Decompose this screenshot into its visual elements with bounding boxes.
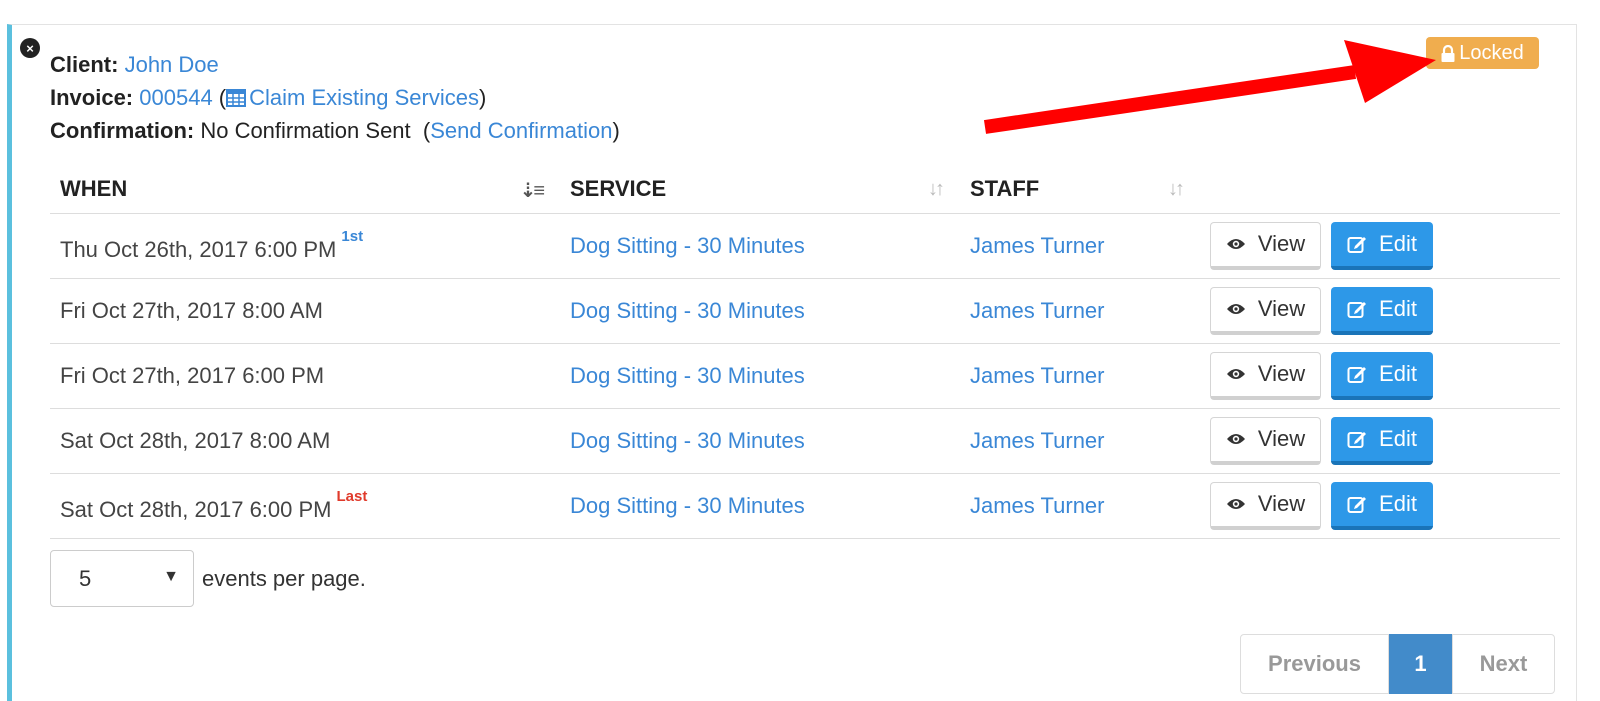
eye-icon xyxy=(1226,369,1245,379)
when-cell: Sat Oct 28th, 2017 8:00 AM xyxy=(50,408,560,474)
confirmation-label: Confirmation: xyxy=(50,118,195,143)
service-cell: Dog Sitting - 30 Minutes xyxy=(560,213,960,279)
edit-icon xyxy=(1347,301,1367,318)
table-row: Thu Oct 26th, 2017 6:00 PM1st Dog Sittin… xyxy=(50,213,1560,279)
per-page-select[interactable]: 5 ▼ xyxy=(50,550,194,607)
confirmation-line: Confirmation: No Confirmation Sent (Send… xyxy=(50,118,620,143)
edit-icon xyxy=(1347,431,1367,448)
actions-cell: View Edit xyxy=(1200,278,1560,344)
per-page-control: 5 ▼ events per page. xyxy=(50,550,366,607)
when-cell: Fri Oct 27th, 2017 8:00 AM xyxy=(50,278,560,344)
invoice-label: Invoice: xyxy=(50,85,134,110)
view-button[interactable]: View xyxy=(1210,416,1321,465)
service-link[interactable]: Dog Sitting - 30 Minutes xyxy=(570,428,805,453)
page-1-button[interactable]: 1 xyxy=(1389,634,1452,694)
actions-cell: View Edit xyxy=(1200,343,1560,409)
lock-icon xyxy=(1441,44,1455,62)
table-header-row: WHEN ⇣≡ SERVICE ↓↑ STAFF ↓↑ xyxy=(50,165,1560,214)
service-link[interactable]: Dog Sitting - 30 Minutes xyxy=(570,233,805,258)
column-header-when[interactable]: WHEN ⇣≡ xyxy=(50,165,560,214)
edit-icon xyxy=(1347,236,1367,253)
view-button[interactable]: View xyxy=(1210,221,1321,270)
when-cell: Thu Oct 26th, 2017 6:00 PM1st xyxy=(50,213,560,279)
staff-link[interactable]: James Turner xyxy=(970,428,1105,453)
per-page-value: 5 xyxy=(79,565,92,591)
sort-icon: ↓↑ xyxy=(1168,178,1185,200)
service-cell: Dog Sitting - 30 Minutes xyxy=(560,408,960,474)
table-row: Sat Oct 28th, 2017 6:00 PMLast Dog Sitti… xyxy=(50,473,1560,539)
close-icon[interactable]: × xyxy=(20,38,40,58)
locked-label: Locked xyxy=(1459,41,1524,64)
client-link[interactable]: John Doe xyxy=(125,52,219,77)
invoice-info: Client: John Doe Invoice: 000544 (Claim … xyxy=(50,48,620,147)
column-header-actions xyxy=(1200,165,1560,214)
service-link[interactable]: Dog Sitting - 30 Minutes xyxy=(570,363,805,388)
staff-cell: James Turner xyxy=(960,473,1200,539)
eye-icon xyxy=(1226,499,1245,509)
last-tag: Last xyxy=(336,488,368,505)
caret-down-icon: ▼ xyxy=(163,568,179,585)
staff-link[interactable]: James Turner xyxy=(970,493,1105,518)
edit-button[interactable]: Edit xyxy=(1331,351,1433,400)
staff-link[interactable]: James Turner xyxy=(970,233,1105,258)
client-label: Client: xyxy=(50,52,119,77)
service-link[interactable]: Dog Sitting - 30 Minutes xyxy=(570,493,805,518)
edit-button[interactable]: Edit xyxy=(1331,221,1433,270)
actions-cell: View Edit xyxy=(1200,213,1560,279)
edit-icon xyxy=(1347,496,1367,513)
view-button[interactable]: View xyxy=(1210,351,1321,400)
service-link[interactable]: Dog Sitting - 30 Minutes xyxy=(570,298,805,323)
table-row: Fri Oct 27th, 2017 8:00 AM Dog Sitting -… xyxy=(50,278,1560,344)
send-confirmation-link[interactable]: Send Confirmation xyxy=(430,118,612,143)
previous-button[interactable]: Previous xyxy=(1240,634,1389,694)
service-cell: Dog Sitting - 30 Minutes xyxy=(560,278,960,344)
invoice-link[interactable]: 000544 xyxy=(139,85,212,110)
events-table: WHEN ⇣≡ SERVICE ↓↑ STAFF ↓↑ Thu Oct 26th, 2… xyxy=(50,165,1560,539)
staff-cell: James Turner xyxy=(960,343,1200,409)
claim-services-link[interactable]: Claim Existing Services xyxy=(226,85,479,110)
service-cell: Dog Sitting - 30 Minutes xyxy=(560,343,960,409)
staff-cell: James Turner xyxy=(960,278,1200,344)
sort-desc-icon: ⇣≡ xyxy=(519,180,545,202)
view-button[interactable]: View xyxy=(1210,286,1321,335)
per-page-label: events per page. xyxy=(202,565,366,591)
staff-cell: James Turner xyxy=(960,408,1200,474)
edit-button[interactable]: Edit xyxy=(1331,416,1433,465)
when-cell: Fri Oct 27th, 2017 6:00 PM xyxy=(50,343,560,409)
next-button[interactable]: Next xyxy=(1452,634,1555,694)
staff-link[interactable]: James Turner xyxy=(970,298,1105,323)
staff-link[interactable]: James Turner xyxy=(970,363,1105,388)
confirmation-status: No Confirmation Sent xyxy=(200,118,411,143)
column-header-staff[interactable]: STAFF ↓↑ xyxy=(960,165,1200,214)
column-header-service[interactable]: SERVICE ↓↑ xyxy=(560,165,960,214)
client-line: Client: John Doe xyxy=(50,48,620,81)
when-cell: Sat Oct 28th, 2017 6:00 PMLast xyxy=(50,473,560,539)
staff-cell: James Turner xyxy=(960,213,1200,279)
view-button[interactable]: View xyxy=(1210,481,1321,530)
eye-icon xyxy=(1226,434,1245,444)
actions-cell: View Edit xyxy=(1200,473,1560,539)
service-cell: Dog Sitting - 30 Minutes xyxy=(560,473,960,539)
first-tag: 1st xyxy=(341,228,364,245)
sort-icon: ↓↑ xyxy=(928,178,945,200)
edit-button[interactable]: Edit xyxy=(1331,481,1433,530)
pagination: Previous 1 Next xyxy=(1240,634,1555,694)
edit-button[interactable]: Edit xyxy=(1331,286,1433,335)
calendar-icon xyxy=(226,89,247,107)
eye-icon xyxy=(1226,304,1245,314)
claim-services-label: Claim Existing Services xyxy=(249,85,479,110)
table-row: Fri Oct 27th, 2017 6:00 PM Dog Sitting -… xyxy=(50,343,1560,409)
invoice-line: Invoice: 000544 (Claim Existing Services… xyxy=(50,85,487,110)
locked-badge: Locked xyxy=(1426,37,1539,69)
eye-icon xyxy=(1226,239,1245,249)
actions-cell: View Edit xyxy=(1200,408,1560,474)
edit-icon xyxy=(1347,366,1367,383)
table-row: Sat Oct 28th, 2017 8:00 AM Dog Sitting -… xyxy=(50,408,1560,474)
